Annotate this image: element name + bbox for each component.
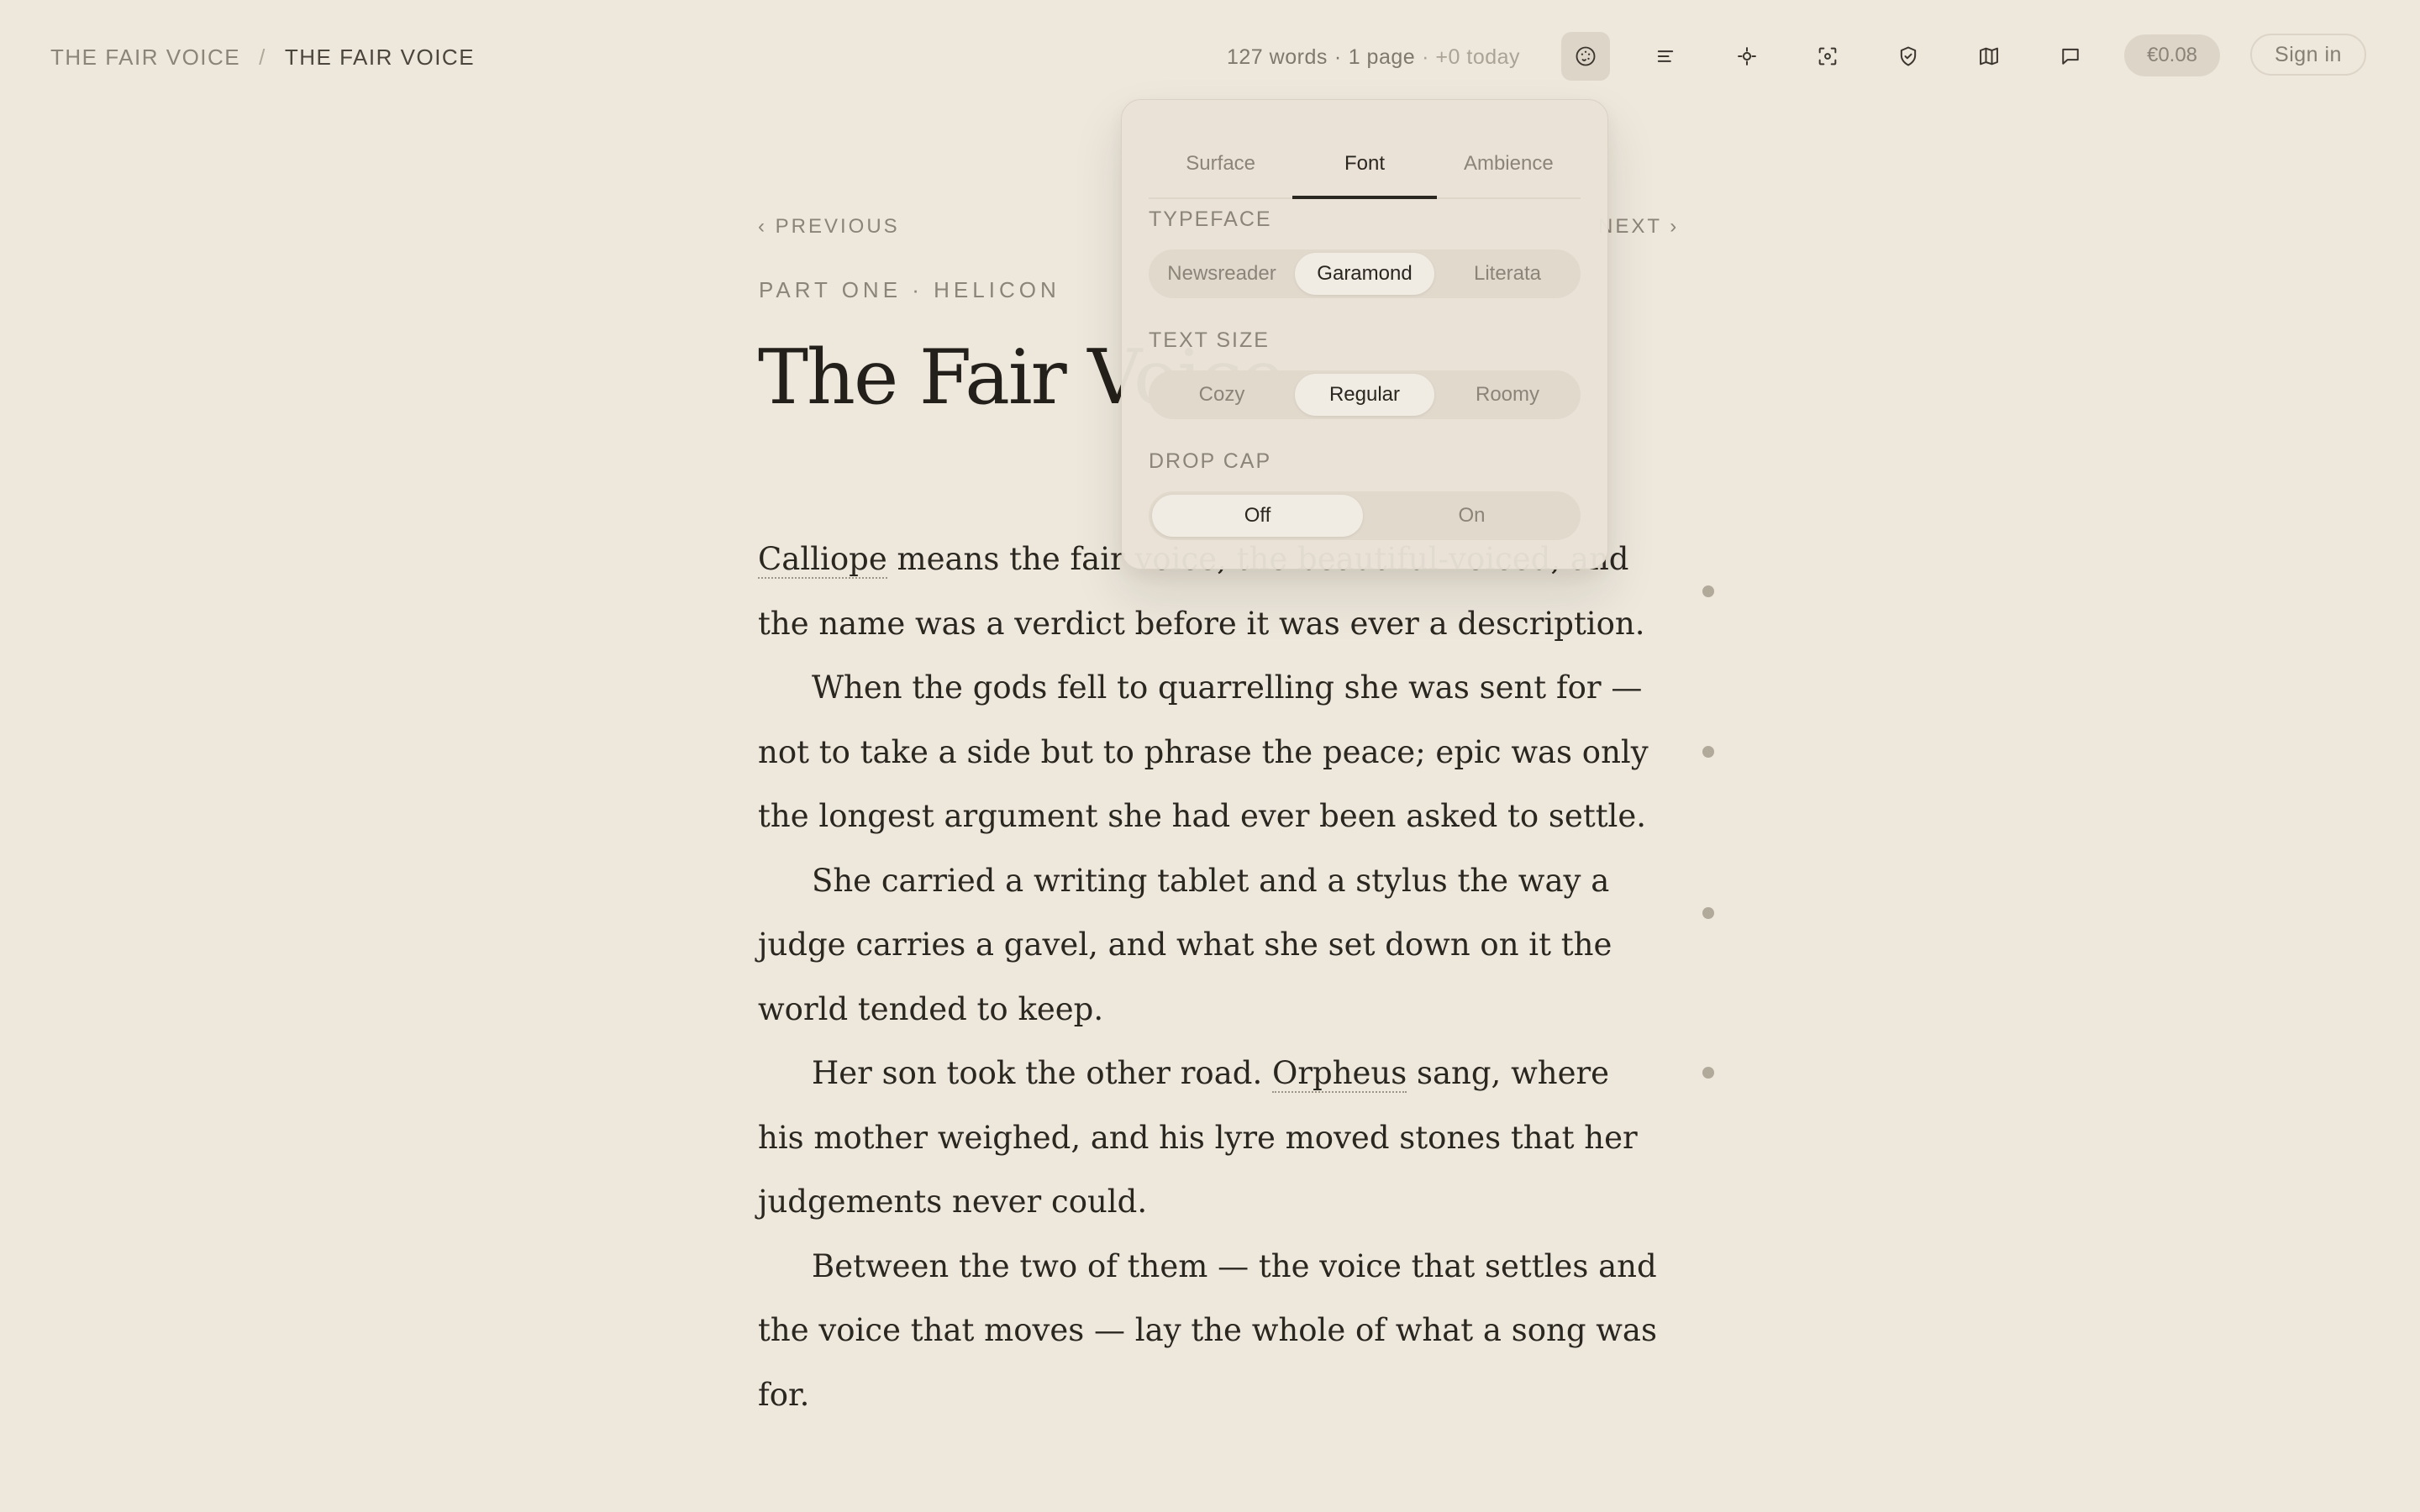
today-count: · +0 today — [1422, 45, 1521, 69]
glossary-link-orpheus[interactable]: Orpheus — [1271, 1055, 1407, 1093]
privacy-button[interactable] — [1884, 32, 1933, 81]
tab-ambience[interactable]: Ambience — [1437, 130, 1581, 197]
paragraph-text: Her son took the other road. — [812, 1055, 1272, 1091]
drop-cap-option-on[interactable]: On — [1366, 495, 1577, 537]
typeface-option-literata[interactable]: Literata — [1438, 253, 1577, 295]
comment-icon — [2062, 48, 2079, 65]
part-label: PART ONE · HELICON — [759, 277, 1060, 302]
popover-tabs: Surface Font Ambience — [1149, 130, 1581, 199]
paragraph: When the gods fell to quarrelling she wa… — [758, 656, 1661, 849]
breadcrumb: THE FAIR VOICE / THE FAIR VOICE — [50, 42, 475, 72]
text-size-option-cozy[interactable]: Cozy — [1152, 374, 1292, 416]
paragraph-text: She carried a writing tablet and a stylu… — [758, 862, 1612, 1027]
font-settings-popover: Surface Font Ambience TYPEFACE Newsreade… — [1121, 99, 1608, 570]
paragraph-text: Between the two of them — the voice that… — [758, 1247, 1657, 1413]
next-link[interactable]: NEXT › — [1598, 215, 1679, 239]
glossary-link-calliope[interactable]: Calliope — [758, 541, 887, 579]
drop-cap-toggle: Off On — [1149, 491, 1581, 540]
margin-note-dot[interactable] — [1702, 746, 1714, 758]
breadcrumb-current: THE FAIR VOICE — [284, 44, 476, 70]
article-body: Calliope means the fair voice, the beaut… — [758, 528, 1661, 1427]
paragraph: She carried a writing tablet and a stylu… — [758, 849, 1661, 1042]
drop-cap-label: DROP CAP — [1149, 449, 1272, 473]
focus-icon — [1738, 47, 1756, 66]
shield-check-icon — [1900, 46, 1917, 66]
breadcrumb-root[interactable]: THE FAIR VOICE — [50, 45, 240, 71]
paragraph: Between the two of them — the voice that… — [758, 1235, 1661, 1428]
paragraph-text: When the gods fell to quarrelling she wa… — [758, 669, 1649, 834]
word-count: 127 words — [1227, 45, 1328, 69]
drop-cap-option-off[interactable]: Off — [1152, 495, 1363, 537]
appearance-button[interactable] — [1561, 32, 1610, 81]
typeface-selector: Newsreader Garamond Literata — [1149, 249, 1581, 298]
margin-note-dot[interactable] — [1702, 1067, 1714, 1079]
typeface-option-garamond[interactable]: Garamond — [1295, 253, 1434, 295]
typeface-option-newsreader[interactable]: Newsreader — [1152, 253, 1292, 295]
text-size-selector: Cozy Regular Roomy — [1149, 370, 1581, 419]
comments-button[interactable] — [2046, 32, 2095, 81]
previous-link[interactable]: ‹ PREVIOUS — [758, 215, 900, 239]
price-badge[interactable]: €0.08 — [2124, 34, 2220, 76]
word-count-status: 127 words · 1 page · +0 today — [1227, 42, 1520, 72]
page-count: 1 page — [1348, 45, 1416, 69]
map-icon — [1980, 47, 1998, 66]
outline-button[interactable] — [1641, 32, 1690, 81]
breadcrumb-separator: / — [259, 44, 266, 70]
capture-icon — [1818, 47, 1837, 66]
text-size-label: TEXT SIZE — [1149, 328, 1270, 352]
focus-button[interactable] — [1723, 32, 1771, 81]
margin-note-dot[interactable] — [1702, 585, 1714, 597]
tab-surface[interactable]: Surface — [1149, 130, 1292, 197]
map-button[interactable] — [1965, 32, 2013, 81]
stats-dot: · — [1334, 45, 1342, 69]
paragraph: Her son took the other road. Orpheus san… — [758, 1042, 1661, 1235]
palette-icon — [1576, 46, 1596, 66]
align-icon — [1657, 50, 1674, 62]
typeface-label: TYPEFACE — [1149, 207, 1272, 231]
text-size-option-roomy[interactable]: Roomy — [1438, 374, 1577, 416]
text-size-option-regular[interactable]: Regular — [1295, 374, 1434, 416]
sign-in-button[interactable]: Sign in — [2250, 34, 2366, 76]
tab-font[interactable]: Font — [1292, 130, 1437, 199]
margin-note-dot[interactable] — [1702, 907, 1714, 919]
capture-button[interactable] — [1803, 32, 1852, 81]
